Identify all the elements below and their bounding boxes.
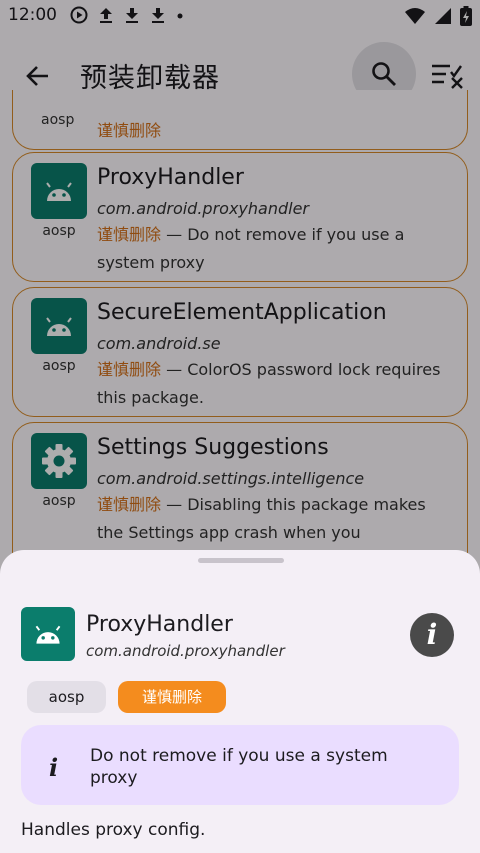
info-icon: i (426, 618, 438, 651)
info-icon: i (49, 753, 59, 782)
risk-chip: 谨慎删除 (118, 681, 226, 713)
info-button[interactable]: i (410, 613, 454, 657)
android-app-icon (21, 607, 75, 661)
source-chip: aosp (27, 681, 106, 713)
drag-handle[interactable] (198, 558, 284, 563)
notice-text: Do not remove if you use a system proxy (90, 746, 388, 788)
sheet-package-name: com.android.proxyhandler (86, 642, 285, 660)
bottom-sheet: ProxyHandler com.android.proxyhandler i … (0, 550, 480, 853)
sheet-app-name: ProxyHandler (86, 612, 233, 637)
sheet-description: Handles proxy config. (21, 820, 206, 840)
notice-card: i Do not remove if you use a system prox… (21, 725, 459, 805)
